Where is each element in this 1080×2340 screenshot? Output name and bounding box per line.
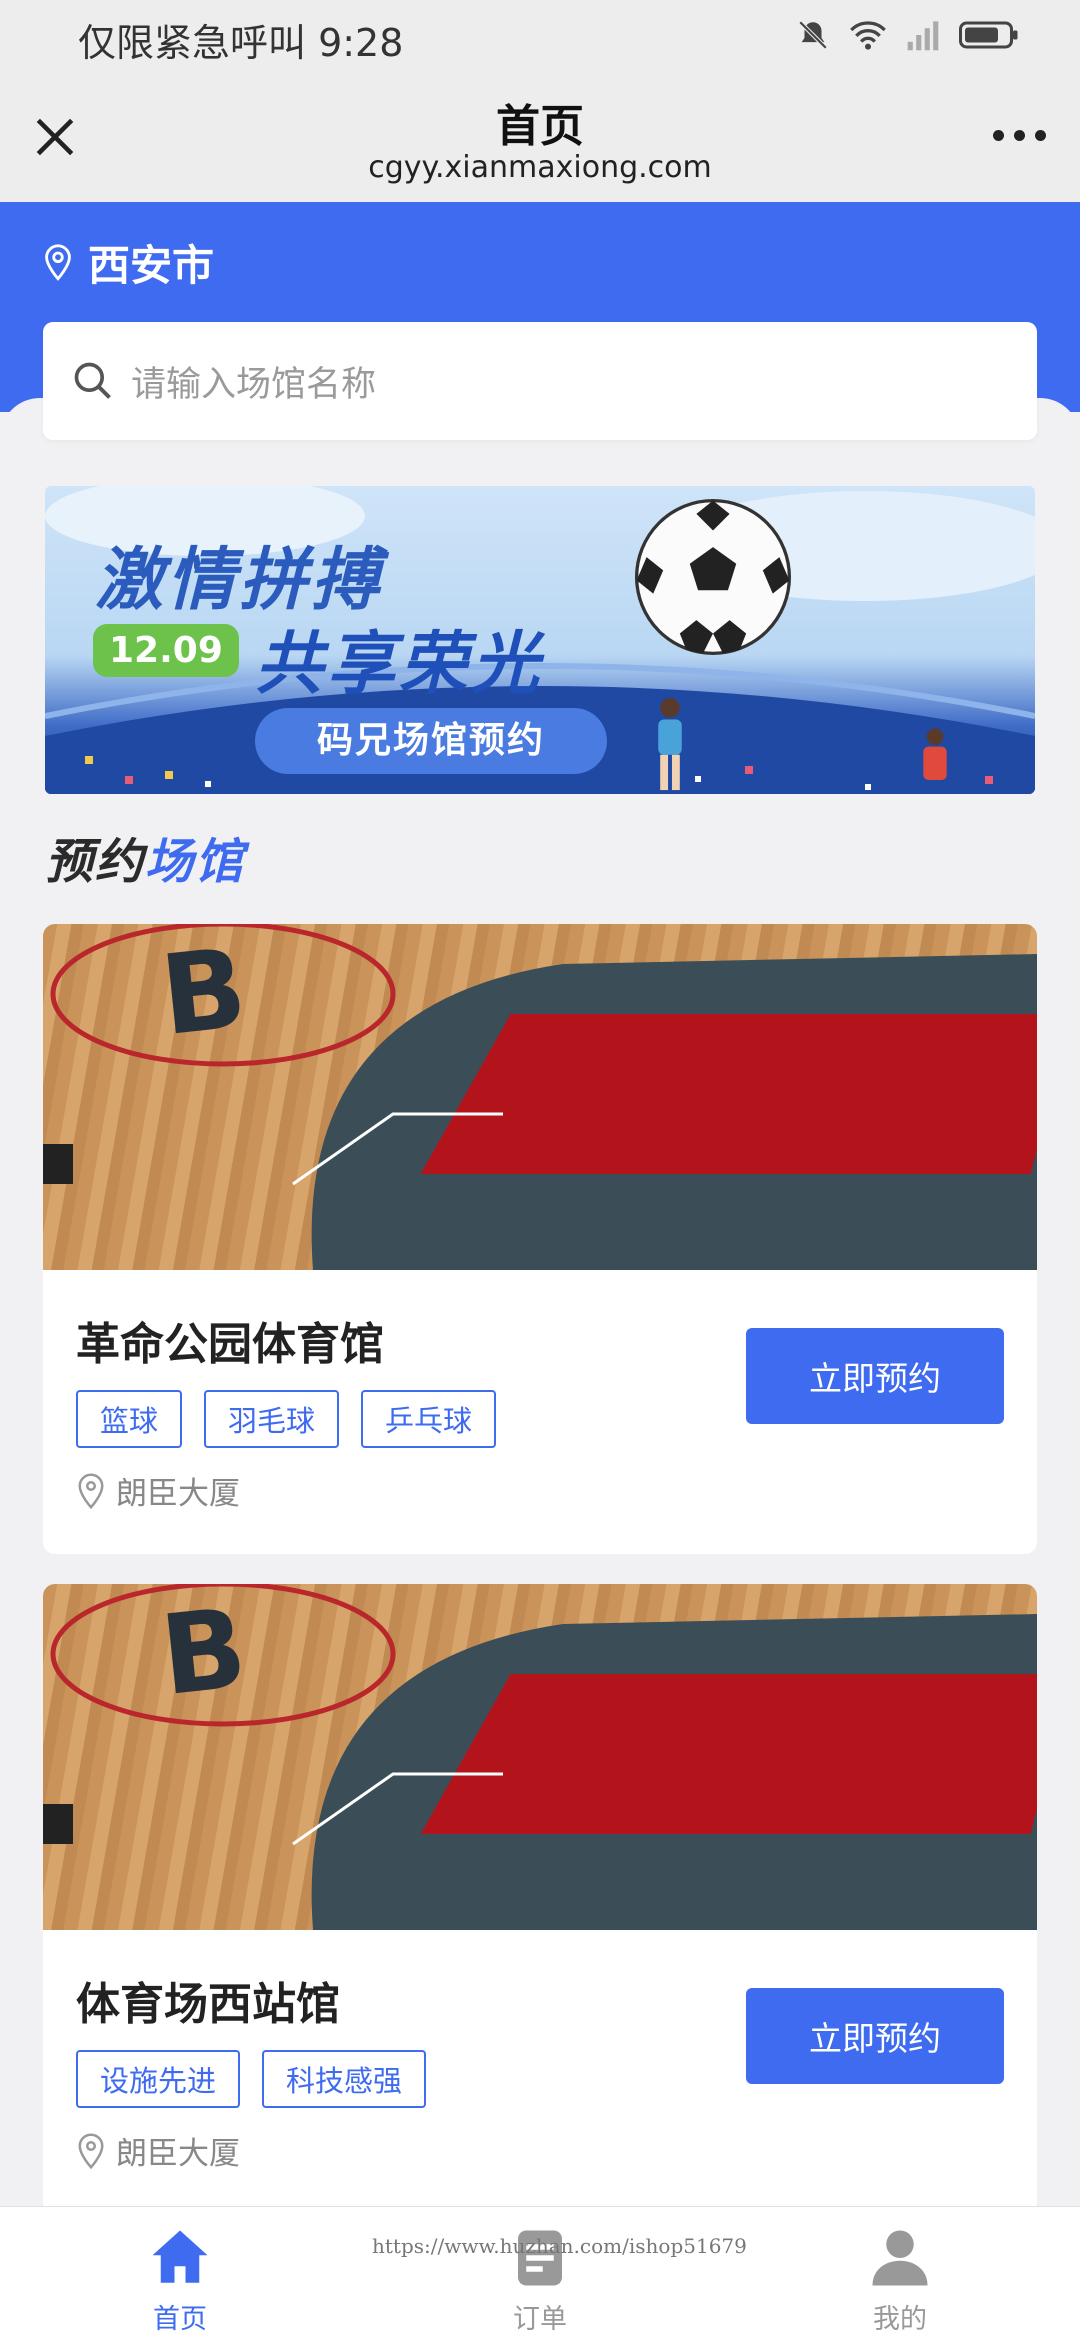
banner-headline-2: 共享荣光	[255, 625, 544, 704]
section-title: 预约场馆	[45, 822, 245, 892]
more-menu-icon[interactable]	[993, 130, 1046, 141]
book-now-button[interactable]: 立即预约	[746, 1988, 1004, 2084]
city-name: 西安市	[88, 241, 215, 290]
location-pin-icon	[45, 243, 71, 281]
battery-icon	[959, 21, 1018, 49]
section-title-part1: 预约	[45, 834, 146, 890]
venue-tag: 设施先进	[76, 2050, 241, 2108]
book-now-button[interactable]: 立即预约	[746, 1328, 1004, 1424]
search-icon	[74, 362, 111, 399]
venue-address: 朗臣大厦	[76, 1468, 240, 1513]
status-text: 仅限紧急呼叫 9:28	[78, 21, 404, 65]
tab-profile[interactable]: 我的	[720, 2207, 1080, 2340]
venue-name: 体育场西站馆	[76, 1979, 340, 2030]
venue-address: 朗臣大厦	[76, 2128, 240, 2173]
user-icon	[872, 2230, 928, 2286]
home-icon	[152, 2230, 208, 2283]
bottom-tab-bar: 首页 订单 我的	[0, 2206, 1080, 2340]
tab-orders[interactable]: 订单	[360, 2207, 720, 2340]
status-icons	[796, 18, 1020, 52]
mini-program-nav-bar: 首页 cgyy.xianmaxiong.com	[0, 72, 1080, 202]
venue-address-text: 朗臣大厦	[116, 1476, 240, 1512]
tab-home[interactable]: 首页	[0, 2207, 360, 2340]
tab-label: 首页	[153, 2304, 207, 2335]
location-pin-icon	[78, 1472, 104, 1509]
section-title-part2: 场馆	[145, 834, 246, 890]
status-bar: 仅限紧急呼叫 9:28	[0, 0, 1080, 72]
venue-tags: 篮球 羽毛球 乒乓球	[76, 1390, 497, 1448]
promo-banner[interactable]: 激情拼搏 12.09 共享荣光 码兄场馆预约	[45, 486, 1035, 794]
location-selector[interactable]: 西安市	[40, 232, 214, 293]
venue-tag: 科技感强	[262, 2050, 427, 2108]
search-placeholder: 请输入场馆名称	[131, 364, 377, 405]
venue-tag: 篮球	[76, 1390, 183, 1448]
tab-label: 我的	[873, 2304, 927, 2335]
venue-tag: 羽毛球	[204, 1390, 340, 1448]
svg-text:B: B	[155, 924, 252, 1060]
signal-icon	[907, 21, 939, 51]
venue-card[interactable]: B 革命公园体育馆 篮球 羽毛球 乒乓球 朗臣大厦 立即预约	[43, 924, 1037, 1554]
mute-bell-icon	[798, 20, 828, 50]
page-domain: cgyy.xianmaxiong.com	[368, 150, 712, 185]
page-title: 首页	[496, 101, 584, 152]
soccer-ball-icon	[634, 498, 792, 656]
venue-name: 革命公园体育馆	[76, 1319, 384, 1370]
banner-subtitle: 码兄场馆预约	[255, 708, 607, 774]
venue-card[interactable]: B 体育场西站馆 设施先进 科技感强 朗臣大厦 立即预约	[43, 1584, 1037, 2214]
wifi-icon	[850, 21, 886, 50]
watermark-text: https://www.huzhan.com/ishop51679	[372, 2234, 747, 2258]
player-illustration	[658, 697, 682, 791]
venue-address-text: 朗臣大厦	[116, 2136, 240, 2172]
venue-image: B	[43, 924, 1037, 1270]
location-pin-icon	[78, 2132, 104, 2169]
svg-text:B: B	[155, 1584, 252, 1720]
tab-label: 订单	[513, 2304, 567, 2335]
search-input[interactable]: 请输入场馆名称	[43, 322, 1037, 440]
banner-date-badge: 12.09	[93, 624, 239, 677]
venue-image: B	[43, 1584, 1037, 1930]
venue-tags: 设施先进 科技感强	[76, 2050, 427, 2108]
venue-tag: 乒乓球	[361, 1390, 497, 1448]
fan-illustration	[923, 728, 947, 780]
